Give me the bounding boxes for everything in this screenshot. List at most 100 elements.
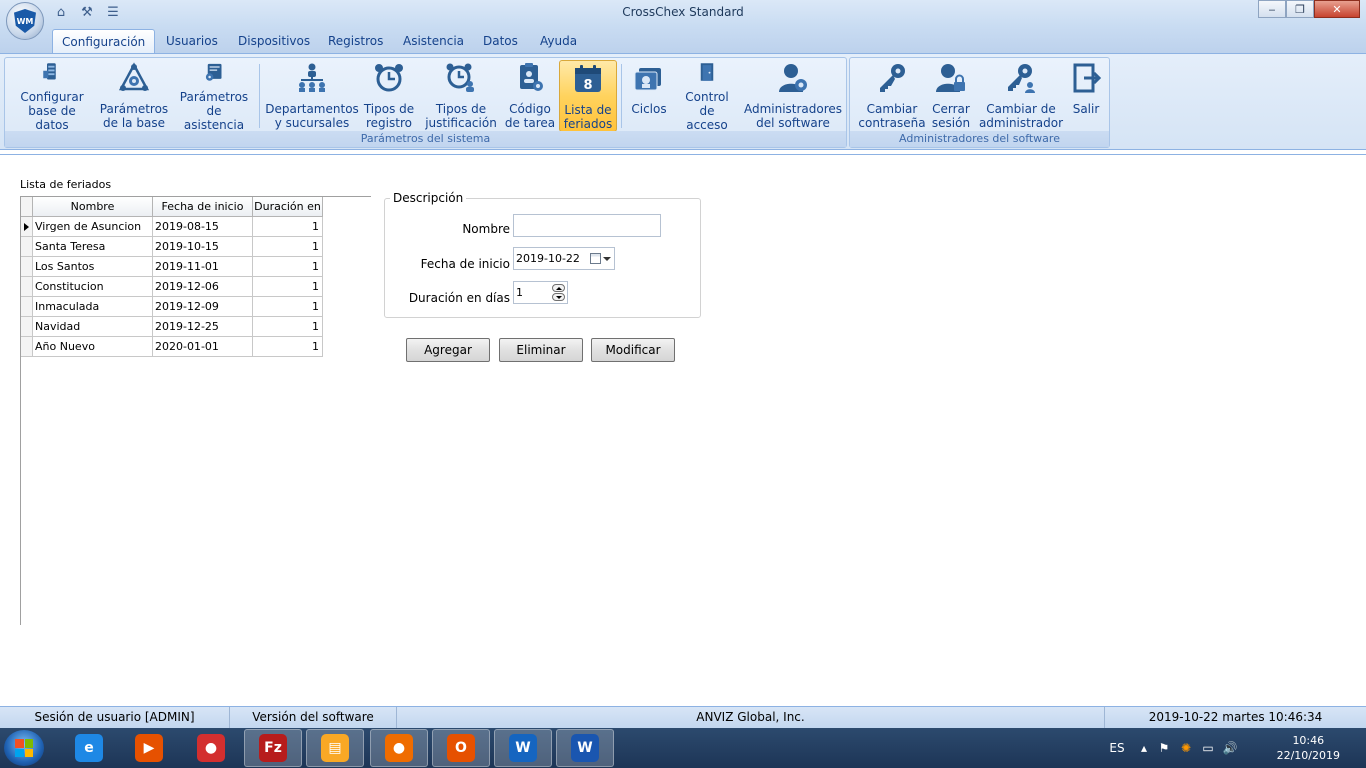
cell-duration[interactable]: 1 <box>253 337 323 357</box>
cell-duration[interactable]: 1 <box>253 217 323 237</box>
cell-duration[interactable]: 1 <box>253 317 323 337</box>
start-button[interactable] <box>4 730 44 766</box>
outlook-icon: O <box>447 734 475 762</box>
table-row[interactable]: Santa Teresa 2019-10-15 1 <box>21 237 323 257</box>
cell-start-date[interactable]: 2019-10-15 <box>153 237 253 257</box>
start-date-picker[interactable]: 2019-10-22 <box>513 247 615 270</box>
tab-dispositivos[interactable]: Dispositivos <box>229 29 319 54</box>
row-selector[interactable] <box>21 257 33 277</box>
cell-start-date[interactable]: 2019-12-06 <box>153 277 253 297</box>
network-icon[interactable]: ▭ <box>1200 741 1216 755</box>
cell-start-date[interactable]: 2019-08-15 <box>153 217 253 237</box>
name-input[interactable] <box>513 214 661 237</box>
minimize-button[interactable]: ‒ <box>1258 0 1286 18</box>
tab-ayuda[interactable]: Ayuda <box>531 29 586 54</box>
cell-duration[interactable]: 1 <box>253 257 323 277</box>
change-password-button[interactable]: Cambiar contraseña <box>858 62 926 132</box>
column-header-name[interactable]: Nombre <box>33 197 153 217</box>
taskbar-app-button[interactable]: e <box>60 729 118 767</box>
cell-duration[interactable]: 1 <box>253 277 323 297</box>
tab-configuracion[interactable]: Configuración <box>52 29 156 54</box>
duration-stepper[interactable]: 1 <box>513 281 568 304</box>
cell-start-date[interactable]: 2020-01-01 <box>153 337 253 357</box>
table-row[interactable]: Inmaculada 2019-12-09 1 <box>21 297 323 317</box>
cell-name[interactable]: Virgen de Asuncion <box>33 217 153 237</box>
taskbar-app-button[interactable]: ▶ <box>120 729 178 767</box>
add-button[interactable]: Agregar <box>406 338 490 362</box>
software-admins-button[interactable]: Administradores del software <box>743 62 843 132</box>
table-row[interactable]: Navidad 2019-12-25 1 <box>21 317 323 337</box>
date-dropdown-button[interactable] <box>590 251 612 266</box>
cell-start-date[interactable]: 2019-11-01 <box>153 257 253 277</box>
tab-registros[interactable]: Registros <box>319 29 392 54</box>
cell-name[interactable]: Santa Teresa <box>33 237 153 257</box>
taskbar-app-button[interactable]: W <box>494 729 552 767</box>
configure-database-button[interactable]: Configurar base de datos <box>11 62 93 132</box>
cycles-button[interactable]: Ciclos <box>625 62 673 132</box>
software-admins-line1: Administradores <box>743 102 843 116</box>
cell-name[interactable]: Los Santos <box>33 257 153 277</box>
justification-types-button[interactable]: Tipos de justificación <box>425 62 497 132</box>
taskbar-app-button[interactable]: O <box>432 729 490 767</box>
departments-button[interactable]: Departamentos y sucursales <box>265 62 359 132</box>
ribbon-tab-bar: Configuración Usuarios Dispositivos Regi… <box>0 26 1366 54</box>
taskbar-app-button[interactable]: Fz <box>244 729 302 767</box>
record-types-line2: registro <box>366 116 412 130</box>
volume-icon[interactable]: 🔊 <box>1222 741 1238 755</box>
row-selector[interactable] <box>21 237 33 257</box>
cell-name[interactable]: Constitucion <box>33 277 153 297</box>
row-selector[interactable] <box>21 317 33 337</box>
record-types-button[interactable]: Tipos de registro <box>361 62 417 132</box>
row-selector[interactable] <box>21 297 33 317</box>
action-center-flag-icon[interactable]: ⚑ <box>1156 741 1172 755</box>
status-datetime: 2019-10-22 martes 10:46:34 <box>1148 710 1323 724</box>
exit-button[interactable]: Salir <box>1066 62 1106 132</box>
spin-down-button[interactable] <box>552 293 565 301</box>
taskbar-app-button[interactable]: ● <box>370 729 428 767</box>
column-header-start-date[interactable]: Fecha de inicio <box>153 197 253 217</box>
ribbon-panel: Configurar base de datos Parámetros de l… <box>0 53 1366 150</box>
table-row[interactable]: Virgen de Asuncion 2019-08-15 1 <box>21 217 323 237</box>
delete-button[interactable]: Eliminar <box>499 338 583 362</box>
column-header-duration[interactable]: Duración en <box>253 197 323 217</box>
show-hidden-icons-icon[interactable]: ▴ <box>1136 741 1152 755</box>
cell-name[interactable]: Año Nuevo <box>33 337 153 357</box>
change-admin-button[interactable]: Cambiar de administrador <box>978 62 1064 132</box>
cell-name[interactable]: Inmaculada <box>33 297 153 317</box>
spin-up-button[interactable] <box>552 284 565 292</box>
avast-icon[interactable]: ✺ <box>1178 741 1194 755</box>
logout-button[interactable]: Cerrar sesión <box>928 62 974 132</box>
row-selector[interactable] <box>21 217 33 237</box>
holiday-list-line1: Lista de <box>564 103 612 117</box>
tab-asistencia[interactable]: Asistencia <box>394 29 473 54</box>
language-indicator[interactable]: ES <box>1106 741 1128 755</box>
task-code-button[interactable]: Código de tarea <box>503 62 557 132</box>
taskbar-app-button[interactable]: ▤ <box>306 729 364 767</box>
cell-start-date[interactable]: 2019-12-09 <box>153 297 253 317</box>
taskbar-app-button[interactable]: ● <box>182 729 240 767</box>
close-button[interactable]: ✕ <box>1314 0 1360 18</box>
calendar-small-icon <box>590 253 601 264</box>
status-bar: Sesión de usuario [ADMIN] Versión del so… <box>0 706 1366 745</box>
app-logo-button[interactable]: WM <box>6 2 44 40</box>
table-row[interactable]: Constitucion 2019-12-06 1 <box>21 277 323 297</box>
holiday-list-button[interactable]: 8 Lista de feriados <box>559 60 617 132</box>
key-user-icon <box>1008 64 1035 93</box>
database-params-button[interactable]: Parámetros de la base <box>97 62 171 132</box>
attendance-params-button[interactable]: Parámetros de asistencia <box>175 62 253 132</box>
maximize-button[interactable]: ❐ <box>1286 0 1314 18</box>
tab-usuarios[interactable]: Usuarios <box>157 29 227 54</box>
modify-button[interactable]: Modificar <box>591 338 675 362</box>
tab-datos[interactable]: Datos <box>474 29 527 54</box>
cell-start-date[interactable]: 2019-12-25 <box>153 317 253 337</box>
cell-name[interactable]: Navidad <box>33 317 153 337</box>
table-row[interactable]: Año Nuevo 2020-01-01 1 <box>21 337 323 357</box>
cell-duration[interactable]: 1 <box>253 237 323 257</box>
taskbar-app-button[interactable]: W <box>556 729 614 767</box>
row-selector[interactable] <box>21 337 33 357</box>
table-row[interactable]: Los Santos 2019-11-01 1 <box>21 257 323 277</box>
row-selector[interactable] <box>21 277 33 297</box>
cell-duration[interactable]: 1 <box>253 297 323 317</box>
access-control-button[interactable]: Control de acceso <box>677 62 737 132</box>
taskbar-clock[interactable]: 10:46 22/10/2019 <box>1277 733 1340 763</box>
